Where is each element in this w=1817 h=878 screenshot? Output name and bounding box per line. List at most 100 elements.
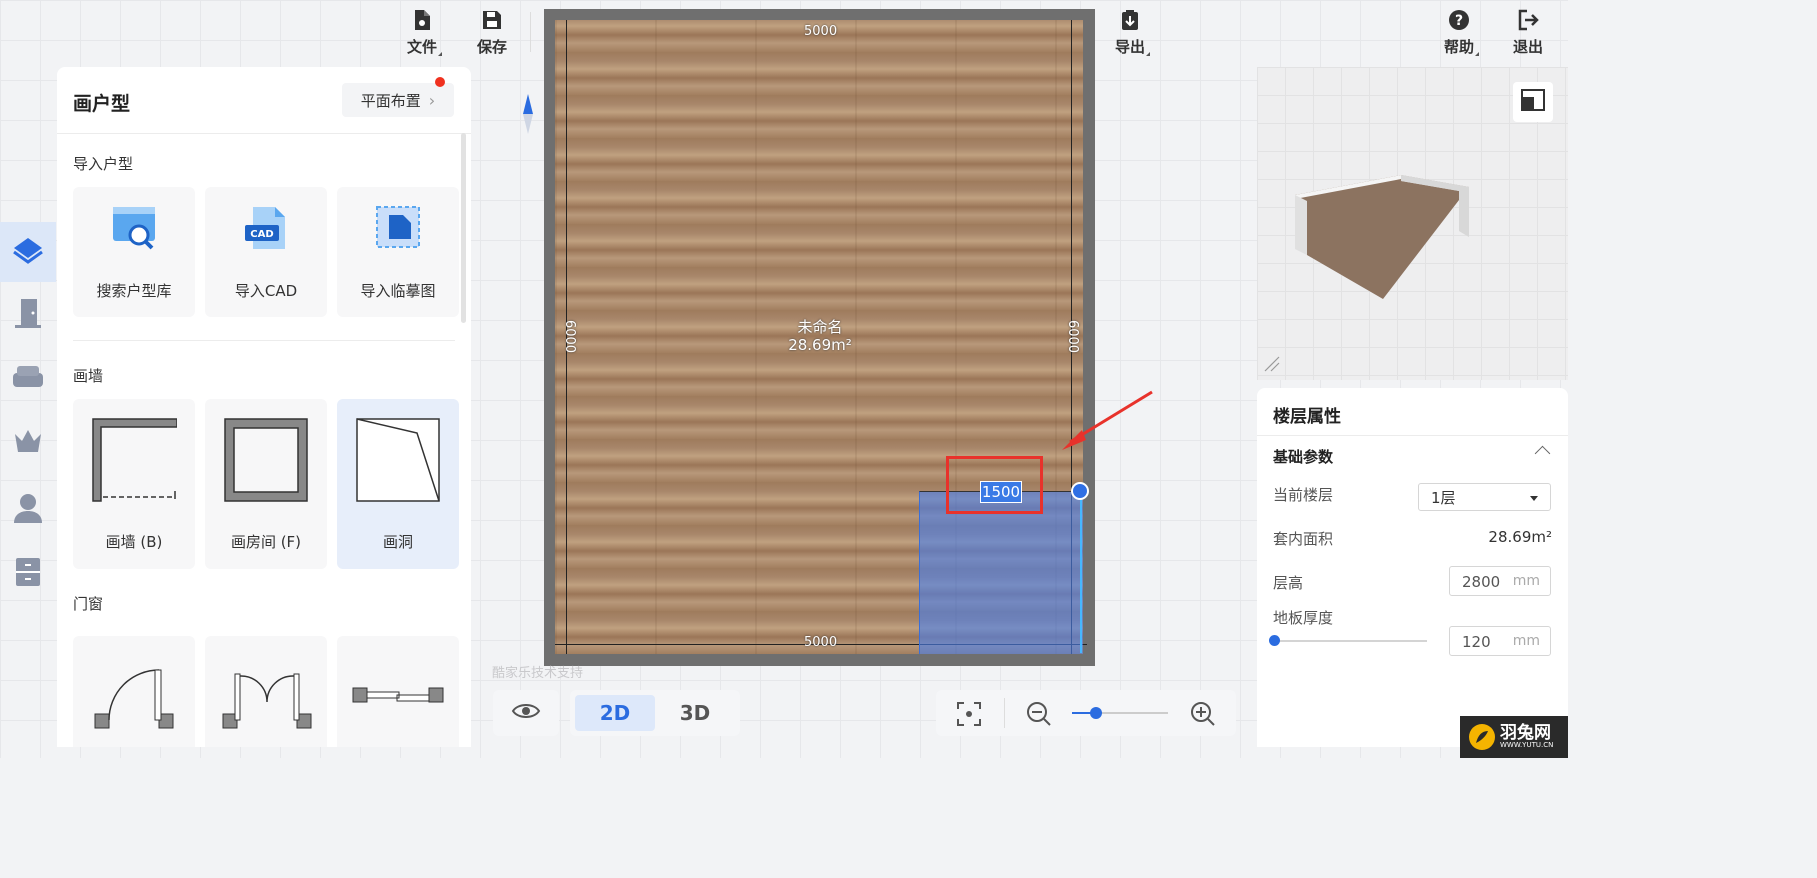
- watermark-text: 酷家乐技术支持: [492, 666, 584, 681]
- caret-icon: [1475, 52, 1479, 56]
- panel-scrollbar[interactable]: [461, 133, 466, 323]
- file-menu-button[interactable]: 文件: [392, 8, 452, 62]
- floor-height-input[interactable]: 2800 mm: [1449, 566, 1551, 596]
- notification-dot: [435, 77, 445, 87]
- save-button[interactable]: 保存: [462, 8, 522, 62]
- zoom-in-icon[interactable]: [1190, 701, 1216, 731]
- current-floor-label: 当前楼层: [1273, 486, 1334, 504]
- rail-user[interactable]: [0, 480, 56, 540]
- floor-hole-active-edge[interactable]: [1080, 491, 1082, 653]
- rail-floorplan[interactable]: [0, 222, 56, 282]
- draw-wall-label: 画墙 (B): [105, 533, 163, 551]
- toolbar-divider: [530, 12, 531, 52]
- draw-room-card[interactable]: 画房间 (F): [205, 399, 327, 569]
- preview-floorplan-button[interactable]: [1513, 82, 1553, 122]
- import-trace-card[interactable]: 导入临摹图: [337, 187, 459, 317]
- zoom-slider-knob[interactable]: [1090, 707, 1102, 719]
- door-window-section-title: 门窗: [73, 595, 104, 613]
- help-label: 帮助: [1443, 38, 1474, 56]
- draw-hole-card[interactable]: 画洞: [337, 399, 459, 569]
- window-card[interactable]: [337, 636, 459, 747]
- user-icon: [13, 492, 43, 528]
- import-cad-label: 导入CAD: [234, 282, 298, 300]
- caret-icon: [438, 52, 442, 56]
- trace-image-icon: [375, 205, 423, 255]
- panel-divider: [57, 133, 471, 134]
- export-menu-button[interactable]: 导出: [1100, 8, 1160, 62]
- floor-hole-shape[interactable]: [919, 491, 1083, 654]
- slab-thickness-value: 120: [1462, 633, 1491, 651]
- plan-layout-button[interactable]: 平面布置 ›: [342, 83, 454, 117]
- single-door-card[interactable]: [73, 636, 195, 747]
- exit-label: 退出: [1512, 38, 1543, 56]
- floorplan-icon: [12, 236, 44, 268]
- cabinet-icon: [13, 556, 43, 592]
- export-icon: [1118, 8, 1142, 32]
- search-floorplan-label: 搜索户型库: [96, 282, 172, 300]
- save-label: 保存: [476, 38, 507, 56]
- slab-thickness-unit: mm: [1512, 633, 1540, 649]
- search-floorplan-card[interactable]: 搜索户型库: [73, 187, 195, 317]
- room-name: 未命名: [797, 318, 843, 336]
- logo-main-text: 羽兔网: [1500, 723, 1551, 743]
- current-floor-select[interactable]: 1层: [1418, 483, 1551, 511]
- props-divider: [1257, 435, 1568, 436]
- plan-layout-label: 平面布置: [360, 91, 421, 110]
- exit-icon: [1516, 8, 1540, 32]
- dropdown-arrow-icon: [1530, 496, 1538, 501]
- current-floor-value: 1层: [1431, 489, 1456, 507]
- rail-door[interactable]: [0, 285, 56, 345]
- logo-sub-text: WWW.YUTU.CN: [1500, 741, 1554, 749]
- file-icon: [410, 8, 434, 32]
- annotation-highlight-box: [946, 456, 1043, 514]
- help-icon: ?: [1447, 8, 1471, 32]
- inner-area-label: 套内面积: [1273, 530, 1334, 548]
- help-menu-button[interactable]: ? 帮助: [1429, 8, 1489, 62]
- dimension-right: 6000: [1065, 319, 1081, 354]
- collapse-chevron-icon[interactable]: [1534, 445, 1551, 462]
- inner-area-value: 28.69m²: [1488, 528, 1552, 546]
- svg-text:?: ?: [1455, 13, 1463, 29]
- draw-wall-card[interactable]: 画墙 (B): [73, 399, 195, 569]
- draw-floorplan-panel: 画户型 平面布置 › 导入户型 搜索户型库 CAD 导入CAD 导入临摹图 画墙…: [57, 67, 471, 747]
- fit-view-icon[interactable]: [956, 701, 982, 731]
- annotation-arrow-icon: [1056, 390, 1156, 458]
- zoom-divider: [1004, 698, 1005, 728]
- cad-file-icon: CAD: [243, 205, 291, 255]
- slab-thickness-slider-track[interactable]: [1273, 640, 1427, 642]
- room-label[interactable]: 未命名 28.69m²: [760, 318, 880, 354]
- site-logo: 羽兔网 WWW.YUTU.CN: [1460, 716, 1568, 758]
- slab-thickness-slider-knob[interactable]: [1269, 635, 1280, 646]
- window-icon: [351, 684, 445, 710]
- dimension-bottom: 5000: [804, 635, 838, 650]
- room-area: 28.69m²: [788, 336, 852, 354]
- file-label: 文件: [406, 38, 437, 56]
- slab-thickness-input[interactable]: 120 mm: [1449, 626, 1551, 656]
- export-label: 导出: [1114, 38, 1145, 56]
- dimension-left: 6000: [562, 319, 578, 354]
- compass-icon[interactable]: [522, 94, 534, 134]
- double-door-icon: [221, 666, 313, 734]
- import-trace-label: 导入临摹图: [360, 282, 436, 300]
- double-door-card[interactable]: [205, 636, 327, 747]
- props-title: 楼层属性: [1273, 407, 1341, 427]
- visibility-toggle-button[interactable]: [493, 690, 559, 736]
- zoom-out-icon[interactable]: [1026, 701, 1052, 731]
- draw-room-icon: [223, 417, 309, 507]
- rail-premium[interactable]: [0, 412, 56, 472]
- floor-height-unit: mm: [1512, 573, 1540, 589]
- mode-3d-button[interactable]: 3D: [655, 695, 735, 731]
- import-cad-card[interactable]: CAD 导入CAD: [205, 187, 327, 317]
- exit-button[interactable]: 退出: [1498, 8, 1558, 62]
- door-icon: [13, 297, 43, 333]
- draw-hole-icon: [355, 417, 441, 507]
- wall-section-title: 画墙: [73, 367, 104, 385]
- hole-rotate-handle[interactable]: [1071, 482, 1089, 500]
- resize-grip-icon[interactable]: [1263, 355, 1281, 377]
- mode-2d-button[interactable]: 2D: [575, 695, 655, 731]
- rail-cabinet[interactable]: [0, 544, 56, 604]
- panel-title: 画户型: [73, 93, 131, 115]
- sofa-icon: [11, 363, 45, 395]
- rail-furniture[interactable]: [0, 349, 56, 409]
- eye-icon: [511, 701, 541, 725]
